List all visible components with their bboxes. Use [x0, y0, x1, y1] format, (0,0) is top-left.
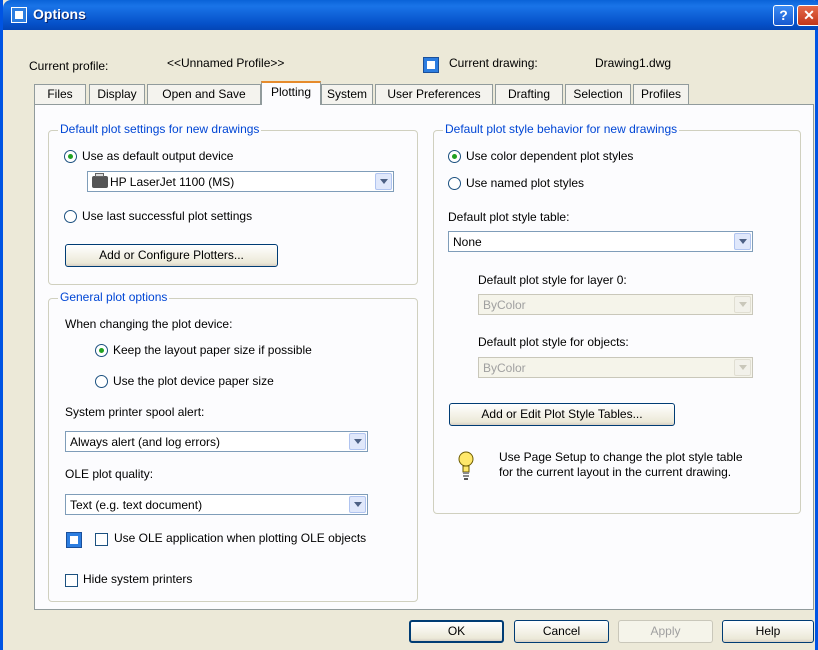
ole-icon [66, 532, 82, 548]
ole-quality-value: Text (e.g. text document) [70, 498, 203, 512]
output-device-select[interactable]: HP LaserJet 1100 (MS) [87, 171, 394, 192]
apply-button[interactable]: Apply [618, 620, 713, 643]
named-plot-styles-label[interactable]: Use named plot styles [466, 176, 584, 190]
objects-style-select[interactable]: ByColor [478, 357, 753, 378]
objects-style-value: ByColor [483, 361, 526, 375]
style-table-select[interactable]: None [448, 231, 753, 252]
drawing-icon [423, 57, 439, 73]
use-ole-application-label[interactable]: Use OLE application when plotting OLE ob… [114, 531, 366, 545]
close-icon[interactable]: ✕ [797, 5, 818, 26]
hide-system-printers-label[interactable]: Hide system printers [83, 572, 192, 586]
color-dependent-label[interactable]: Use color dependent plot styles [466, 149, 633, 163]
chevron-down-icon[interactable] [734, 233, 751, 250]
layer0-style-label: Default plot style for layer 0: [478, 273, 627, 287]
tab-files[interactable]: Files [34, 84, 86, 104]
title-bar[interactable]: Options ? ✕ [3, 0, 818, 30]
layer0-style-value: ByColor [483, 298, 526, 312]
default-plot-settings-title: Default plot settings for new drawings [58, 122, 262, 136]
hint-line-2: for the current layout in the current dr… [499, 465, 732, 479]
ole-quality-select[interactable]: Text (e.g. text document) [65, 494, 368, 515]
hint-line-1: Use Page Setup to change the plot style … [499, 450, 743, 464]
tab-display[interactable]: Display [89, 84, 145, 104]
use-ole-application-checkbox[interactable] [95, 533, 108, 546]
help-icon[interactable]: ? [773, 5, 794, 26]
tab-system[interactable]: System [321, 84, 373, 104]
use-default-device-label[interactable]: Use as default output device [82, 149, 233, 163]
lightbulb-icon [458, 451, 474, 480]
current-profile-label: Current profile: [29, 59, 109, 73]
keep-layout-paper-radio[interactable] [95, 344, 108, 357]
objects-style-label: Default plot style for objects: [478, 335, 629, 349]
add-edit-plot-style-tables-button[interactable]: Add or Edit Plot Style Tables... [449, 403, 675, 426]
tab-user-preferences[interactable]: User Preferences [375, 84, 493, 104]
tab-plotting[interactable]: Plotting [261, 81, 321, 105]
chevron-down-icon [734, 296, 751, 313]
layer0-style-select[interactable]: ByColor [478, 294, 753, 315]
window-title: Options [33, 6, 86, 22]
named-plot-styles-radio[interactable] [448, 177, 461, 190]
chevron-down-icon[interactable] [375, 173, 392, 190]
ole-quality-label: OLE plot quality: [65, 467, 154, 481]
options-dialog: Options ? ✕ Current profile: <<Unnamed P… [0, 0, 818, 650]
keep-layout-paper-label[interactable]: Keep the layout paper size if possible [113, 343, 312, 357]
spool-alert-value: Always alert (and log errors) [70, 435, 221, 449]
general-plot-options-title: General plot options [58, 290, 170, 304]
changing-device-label: When changing the plot device: [65, 317, 233, 331]
style-table-value: None [453, 235, 482, 249]
current-drawing-label: Current drawing: [449, 56, 538, 70]
chevron-down-icon[interactable] [349, 496, 366, 513]
color-dependent-radio[interactable] [448, 150, 461, 163]
tab-profiles[interactable]: Profiles [633, 84, 689, 104]
output-device-text: HP LaserJet 1100 (MS) [110, 175, 235, 189]
chevron-down-icon[interactable] [349, 433, 366, 450]
app-icon [11, 7, 27, 23]
add-configure-plotters-button[interactable]: Add or Configure Plotters... [65, 244, 278, 267]
use-last-settings-radio[interactable] [64, 210, 77, 223]
plot-style-behavior-title: Default plot style behavior for new draw… [443, 122, 680, 136]
chevron-down-icon [734, 359, 751, 376]
use-device-paper-label[interactable]: Use the plot device paper size [113, 374, 274, 388]
use-last-settings-label[interactable]: Use last successful plot settings [82, 209, 252, 223]
help-button[interactable]: Help [722, 620, 814, 643]
style-table-label: Default plot style table: [448, 210, 570, 224]
use-default-device-radio[interactable] [64, 150, 77, 163]
current-drawing-value: Drawing1.dwg [595, 56, 672, 70]
output-device-value: HP LaserJet 1100 (MS) [92, 173, 235, 189]
printer-icon [92, 173, 108, 188]
current-profile-value: <<Unnamed Profile>> [167, 56, 285, 70]
tab-selection[interactable]: Selection [565, 84, 631, 104]
tab-drafting[interactable]: Drafting [495, 84, 563, 104]
spool-alert-label: System printer spool alert: [65, 405, 205, 419]
use-device-paper-radio[interactable] [95, 375, 108, 388]
spool-alert-select[interactable]: Always alert (and log errors) [65, 431, 368, 452]
tab-open-and-save[interactable]: Open and Save [147, 84, 261, 104]
ok-button[interactable]: OK [409, 620, 504, 643]
cancel-button[interactable]: Cancel [514, 620, 609, 643]
hide-system-printers-checkbox[interactable] [65, 574, 78, 587]
